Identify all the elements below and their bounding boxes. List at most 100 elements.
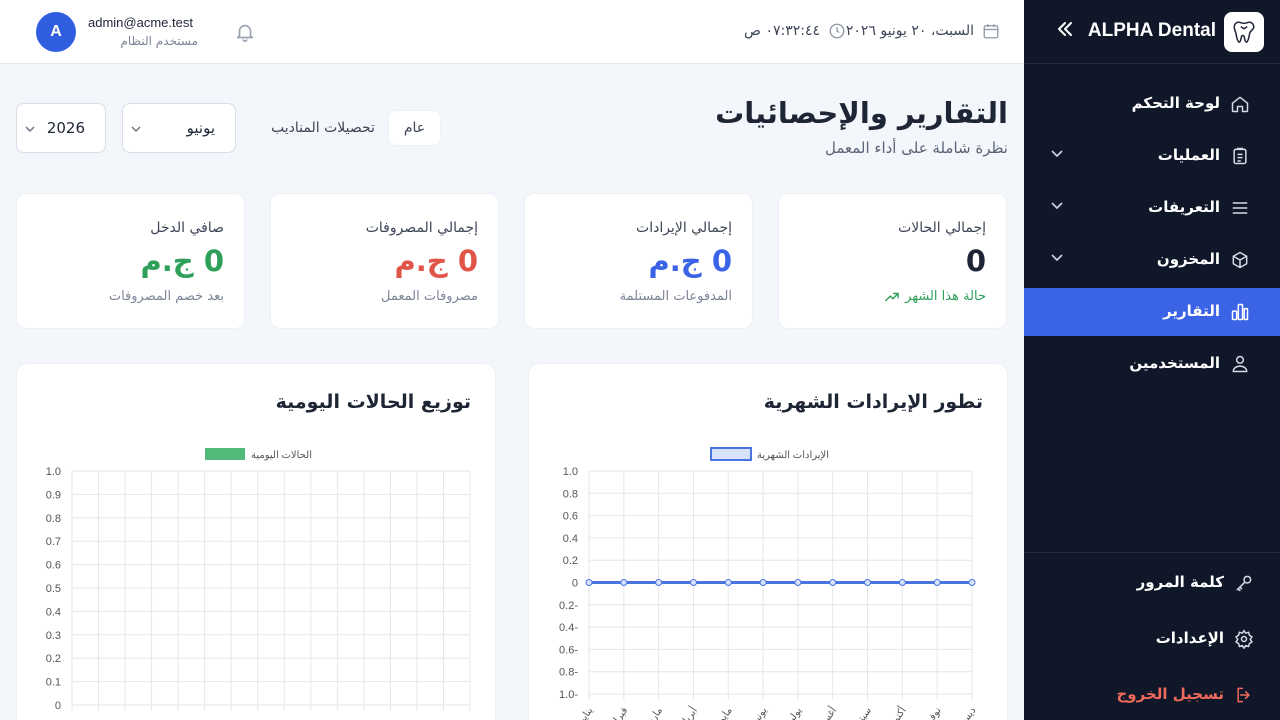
y-tick-label: 0.3 — [46, 630, 61, 642]
collapse-sidebar-icon[interactable] — [1056, 20, 1074, 43]
y-tick-label: 0.2 — [563, 555, 578, 567]
home-icon — [1231, 96, 1249, 113]
daily-cases-chart-panel: توزيع الحالات اليومية الحالات اليومية 1.0… — [16, 363, 496, 720]
sidebar-item-label: كلمة المرور — [1136, 573, 1224, 591]
stat-card-net-income: صافي الدخل 0 ج.م بعد خصم المصروفات — [16, 193, 245, 329]
data-point — [898, 579, 906, 586]
box-icon — [1232, 251, 1248, 269]
data-point — [655, 579, 663, 586]
x-tick-label: يوليو — [784, 705, 805, 720]
stat-card-value: 0 ج.م — [648, 244, 732, 278]
chevron-down-icon — [1051, 150, 1063, 158]
chevron-down-icon — [1051, 254, 1063, 262]
sidebar-item-dashboard[interactable]: لوحة التحكم — [1024, 80, 1280, 128]
y-tick-label: 1.0 — [46, 466, 61, 478]
sidebar-item-reports[interactable]: التقارير — [1024, 288, 1280, 336]
list-icon — [1232, 202, 1248, 214]
data-point — [759, 579, 767, 586]
data-point — [794, 579, 802, 586]
x-tick-label: أكتوبر — [884, 704, 909, 720]
filter-reps-link[interactable]: تحصيلات المناديب — [271, 120, 375, 136]
stat-card-total-revenue: إجمالي الإيرادات 0 ج.م المدفوعات المستلم… — [524, 193, 753, 329]
y-tick-label: 0.4 — [563, 533, 578, 545]
y-tick-label: 0.2 — [46, 653, 61, 665]
sidebar-item-label: المخزون — [1156, 250, 1220, 268]
avatar[interactable]: A — [36, 12, 76, 52]
time-display: ٠٧:٣٢:٤٤ ص — [744, 22, 846, 40]
legend-label: الإيرادات الشهرية — [757, 450, 829, 461]
x-tick-label: مايو — [716, 705, 735, 720]
sidebar-item-operations[interactable]: العمليات — [1024, 132, 1280, 180]
user-email: admin@acme.test — [88, 15, 193, 30]
filter-general-button[interactable]: عام — [388, 110, 441, 146]
x-tick-label: فبراير — [607, 705, 631, 720]
y-tick-label: 0 — [572, 578, 578, 590]
stat-card-value: 0 ج.م — [394, 244, 478, 278]
revenue-line-chart: الإيرادات الشهرية 1.0 0.8 0.6 0.4 0.2 0 0.2- 0.4… — [559, 447, 978, 720]
chevron-down-icon — [131, 126, 141, 133]
user-role: مستخدم النظام — [120, 34, 198, 48]
key-icon — [1236, 575, 1252, 592]
calendar-icon — [983, 24, 999, 39]
y-tick-label: 0 — [55, 700, 61, 712]
data-point — [689, 579, 697, 586]
stat-card-subtitle-text: حالة هذا الشهر — [905, 289, 986, 304]
data-point — [585, 579, 593, 586]
tooth-logo-icon — [1224, 12, 1264, 52]
x-tick-label: يناير — [576, 705, 596, 720]
x-tick-label: نوفمبر — [919, 705, 944, 720]
stat-card-title: إجمالي المصروفات — [365, 220, 478, 236]
y-tick-label: 0.5 — [46, 583, 61, 595]
sidebar-item-password[interactable]: كلمة المرور — [1024, 557, 1280, 609]
date-display: السبت، ٢٠ يونيو ٢٠٢٦ — [846, 22, 1000, 40]
stat-card-title: صافي الدخل — [150, 220, 224, 236]
sidebar-item-definitions[interactable]: التعريفات — [1024, 184, 1280, 232]
stat-card-value: 0 — [965, 244, 986, 278]
page-title: التقارير والإحصائيات — [715, 96, 1008, 130]
sidebar-bottom: كلمة المرور الإعدادات تسجيل الخروج — [1024, 552, 1280, 720]
current-date: السبت، ٢٠ يونيو ٢٠٢٦ — [845, 23, 974, 39]
bar-chart-icon — [1231, 303, 1249, 321]
y-tick-label: 1.0 — [563, 466, 578, 478]
chevron-down-icon — [25, 126, 35, 133]
year-select[interactable]: 2026 — [16, 103, 106, 153]
brand-bar: ALPHA Dental — [1024, 0, 1280, 64]
x-tick-label: أغسطس — [807, 704, 840, 720]
sidebar-item-inventory[interactable]: المخزون — [1024, 236, 1280, 284]
data-point — [829, 579, 837, 586]
stat-card-subtitle: المدفوعات المستلمة — [619, 289, 732, 304]
sidebar: ALPHA Dental لوحة التحكم العمليات التعري… — [1024, 0, 1280, 720]
x-tick-label: ديسمبر — [951, 705, 978, 720]
y-tick-label: 0.2- — [559, 600, 578, 612]
daily-cases-bar-chart: الحالات اليومية 1.0 0.9 0.8 0.7 0.6 0.5 0.4 0.3 0… — [46, 448, 471, 712]
stat-card-total-expenses: إجمالي المصروفات 0 ج.م مصروفات المعمل — [270, 193, 499, 329]
sidebar-item-users[interactable]: المستخدمين — [1024, 340, 1280, 388]
trending-up-icon — [885, 292, 899, 301]
sidebar-item-logout[interactable]: تسجيل الخروج — [1024, 669, 1280, 720]
y-tick-label: 0.6 — [563, 511, 578, 523]
y-tick-label: 0.6- — [559, 644, 578, 656]
chevron-down-icon — [1051, 202, 1063, 210]
stat-card-subtitle: بعد خصم المصروفات — [108, 289, 224, 304]
sidebar-item-label: التقارير — [1163, 302, 1220, 320]
month-select[interactable]: يونيو — [122, 103, 236, 153]
y-tick-label: 0.9 — [46, 489, 61, 501]
data-point — [620, 579, 628, 586]
data-point — [724, 579, 732, 586]
stat-card-title: إجمالي الإيرادات — [636, 220, 732, 236]
x-tick-label: يونيو — [749, 705, 770, 720]
y-tick-label: 0.4 — [46, 606, 61, 618]
stat-card-subtitle: حالة هذا الشهر — [885, 289, 986, 304]
data-point — [933, 579, 941, 586]
revenue-chart-panel: تطور الإيرادات الشهرية الإيرادات الشهرية… — [528, 363, 1008, 720]
legend-swatch — [710, 447, 752, 461]
y-tick-label: 0.1 — [46, 677, 61, 689]
sidebar-item-settings[interactable]: الإعدادات — [1024, 613, 1280, 665]
bell-icon[interactable] — [234, 21, 256, 43]
y-tick-label: 0.8 — [563, 488, 578, 500]
y-tick-label: 0.6 — [46, 560, 61, 572]
year-select-value: 2026 — [46, 119, 85, 137]
month-select-value: يونيو — [186, 119, 215, 137]
sidebar-item-label: التعريفات — [1148, 198, 1220, 216]
sidebar-nav: لوحة التحكم العمليات التعريفات المخزون ا… — [1024, 80, 1280, 392]
